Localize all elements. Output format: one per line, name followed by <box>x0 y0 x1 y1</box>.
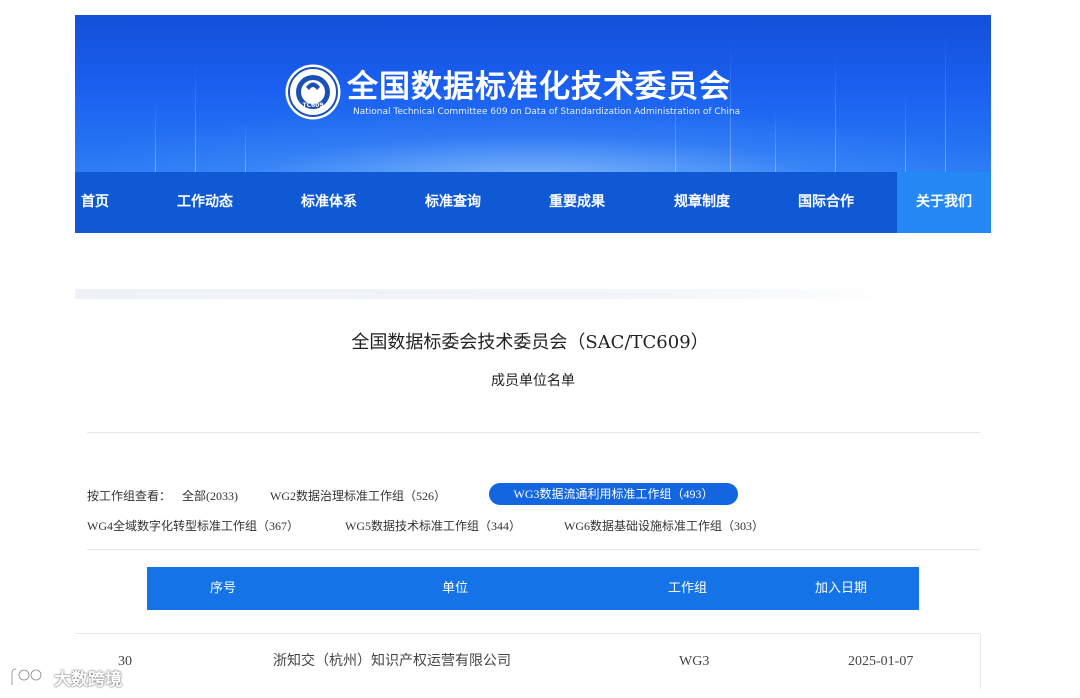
site-banner: TC609 全国数据标准化技术委员会 National Technical Co… <box>75 15 991 172</box>
column-header-working-group: 工作组 <box>668 581 708 596</box>
column-header-join-date: 加入日期 <box>815 581 868 596</box>
main-nav: 首页 工作动态 标准体系 标准查询 重要成果 规章制度 国际合作 关于我们 <box>75 172 991 233</box>
nav-item-achievements[interactable]: 重要成果 <box>533 172 621 233</box>
filter-wg2[interactable]: WG2数据治理标准工作组（526） <box>270 487 446 504</box>
column-header-index: 序号 <box>210 581 237 596</box>
site-subtitle: National Technical Committee 609 on Data… <box>353 107 741 117</box>
filter-wg4[interactable]: WG4全域数字化转型标准工作组（367） <box>87 517 299 534</box>
filter-wg6[interactable]: WG6数据基础设施标准工作组（303） <box>564 517 764 534</box>
svg-text:TC609: TC609 <box>302 102 323 109</box>
cell-working-group: WG3 <box>679 654 710 669</box>
page-title: 全国数据标委会技术委员会（SAC/TC609） <box>351 332 709 353</box>
column-header-organization: 单位 <box>442 581 469 596</box>
divider <box>87 432 980 433</box>
nav-item-work-news[interactable]: 工作动态 <box>161 172 249 233</box>
filter-all[interactable]: 全部(2033) <box>182 487 238 504</box>
cell-join-date: 2025-01-07 <box>848 654 914 669</box>
site-title: 全国数据标准化技术委员会 <box>347 69 731 105</box>
nav-item-standard-query[interactable]: 标准查询 <box>409 172 497 233</box>
filter-label: 按工作组查看： <box>87 489 172 503</box>
divider <box>87 549 980 550</box>
table-header: 序号 单位 工作组 加入日期 <box>147 567 919 610</box>
page-subtitle: 成员单位名单 <box>491 373 575 389</box>
filter-wg5[interactable]: WG5数据技术标准工作组（344） <box>345 517 521 534</box>
watermark-text: 大数跨境 <box>54 669 122 690</box>
nav-item-standard-system[interactable]: 标准体系 <box>285 172 373 233</box>
cell-organization: 浙知交（杭州）知识产权运营有限公司 <box>273 653 511 669</box>
tc609-logo[interactable]: TC609 <box>284 63 342 121</box>
nav-item-about-us[interactable]: 关于我们 <box>897 172 991 233</box>
watermark-logo-icon <box>10 667 43 685</box>
section-divider <box>75 289 905 299</box>
nav-item-international[interactable]: 国际合作 <box>782 172 870 233</box>
nav-item-regulations[interactable]: 规章制度 <box>658 172 746 233</box>
watermark: 大数跨境 <box>8 664 122 690</box>
nav-item-home[interactable]: 首页 <box>75 172 115 233</box>
filter-wg3-selected[interactable]: WG3数据流通利用标准工作组（493） <box>489 483 738 505</box>
table-row: 30 浙知交（杭州）知识产权运营有限公司 WG3 2025-01-07 <box>75 633 981 689</box>
